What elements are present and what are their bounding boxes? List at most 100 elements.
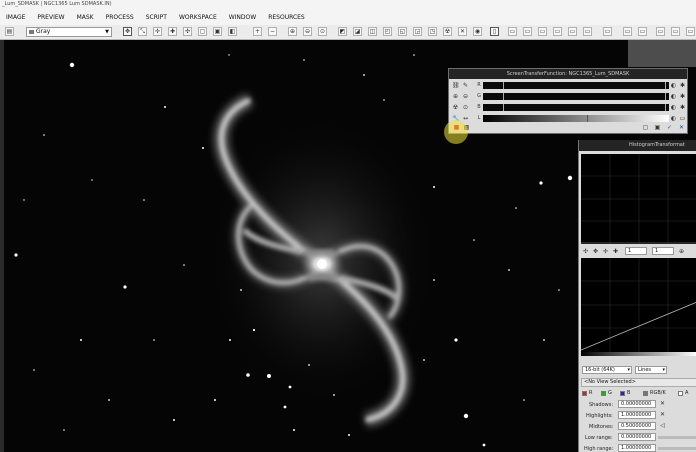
stf-auto-icon[interactable]: ☢ bbox=[443, 27, 452, 36]
stf-reset-icon[interactable]: ✕ bbox=[458, 27, 467, 36]
zoom-in-icon[interactable]: ⊕ bbox=[452, 93, 459, 100]
mask-color-icon[interactable]: ◲ bbox=[413, 27, 422, 36]
visibility-icon[interactable]: ◐ bbox=[670, 82, 677, 89]
fit-view-icon[interactable]: ⤡ bbox=[138, 27, 147, 36]
settings-icon[interactable]: ✱ bbox=[679, 93, 686, 100]
highlights-input[interactable]: 1.00000000 bbox=[618, 411, 656, 419]
readout-icon[interactable]: ✚ bbox=[168, 27, 177, 36]
high-range-input[interactable]: 1.00000000 bbox=[618, 444, 656, 452]
shadows-input[interactable]: 0.00000000 bbox=[618, 400, 656, 408]
display-channel-select[interactable]: Gray ▼ bbox=[26, 27, 112, 37]
menu-mask[interactable]: MASK bbox=[71, 14, 100, 21]
preview-delete-icon[interactable]: ◧ bbox=[228, 27, 237, 36]
ws-3-icon[interactable]: ▭ bbox=[538, 27, 547, 36]
edit-icon[interactable]: ✎ bbox=[462, 82, 469, 89]
zoom-fit-icon[interactable]: ⊖ bbox=[303, 27, 312, 36]
channel-r-toggle[interactable] bbox=[582, 391, 587, 396]
link-channels-icon[interactable]: ⛓ bbox=[452, 82, 460, 89]
graph-style-select[interactable]: Lines ▾ bbox=[635, 366, 667, 374]
move-tool-icon[interactable]: ✥ bbox=[123, 27, 132, 36]
zoom-out-icon[interactable]: − bbox=[268, 27, 277, 36]
ws-1-icon[interactable]: ▭ bbox=[508, 27, 517, 36]
zoom-fit-icon[interactable]: ✣ bbox=[582, 248, 589, 255]
ws-5-icon[interactable]: ▭ bbox=[568, 27, 577, 36]
zoom-reset-icon[interactable]: ⊙ bbox=[462, 104, 469, 111]
view-selector[interactable]: <No View Selected> bbox=[581, 378, 696, 387]
stf-panel-icon[interactable]: ▯ bbox=[490, 27, 499, 36]
ws-4-icon[interactable]: ▭ bbox=[553, 27, 562, 36]
ht-midtones-slider[interactable] bbox=[581, 352, 696, 356]
stf-title[interactable]: ScreenTransferFunction: NGC1365_Lum_SDMA… bbox=[449, 69, 687, 79]
visibility-icon[interactable]: ◐ bbox=[670, 93, 677, 100]
reset-icon[interactable]: ▣ bbox=[654, 124, 661, 131]
zoom-optimal-icon[interactable]: ⊙ bbox=[318, 27, 327, 36]
zoom-horizontal-icon[interactable]: ✥ bbox=[592, 248, 599, 255]
zoom-icon[interactable]: ✣ bbox=[183, 27, 192, 36]
pan-icon[interactable]: ✢ bbox=[153, 27, 162, 36]
ws-12-icon[interactable]: ▭ bbox=[686, 27, 695, 36]
ws-11-icon[interactable]: ▭ bbox=[671, 27, 680, 36]
zoom-x-spinner[interactable]: 1 bbox=[625, 247, 647, 255]
preview-edit-icon[interactable]: ▣ bbox=[213, 27, 222, 36]
zoom-magnifier-icon[interactable]: ⊕ bbox=[678, 248, 685, 255]
zoom-out-icon[interactable]: ⊖ bbox=[462, 93, 469, 100]
stf-enable-icon[interactable]: ◉ bbox=[473, 27, 482, 36]
display-channel-icon[interactable]: ▤ bbox=[5, 27, 14, 36]
ws-9-icon[interactable]: ▭ bbox=[638, 27, 647, 36]
menu-image[interactable]: IMAGE bbox=[0, 14, 31, 21]
ws-10-icon[interactable]: ▭ bbox=[656, 27, 665, 36]
highlights-auto-icon[interactable]: ✕ bbox=[659, 411, 666, 418]
ht-output-histogram[interactable] bbox=[581, 154, 696, 244]
stf-bar-lum[interactable] bbox=[483, 115, 669, 122]
low-range-input[interactable]: 0.00000000 bbox=[618, 433, 656, 441]
midtones-label: Midtones: bbox=[589, 424, 614, 430]
channel-a-toggle[interactable] bbox=[678, 391, 683, 396]
ht-input-histogram[interactable] bbox=[580, 258, 696, 352]
channel-rgbk-toggle[interactable] bbox=[643, 391, 648, 396]
midtones-reset-icon[interactable]: ◁ bbox=[659, 422, 666, 429]
menu-window[interactable]: WINDOW bbox=[223, 14, 262, 21]
zoom-vertical-icon[interactable]: ✢ bbox=[602, 248, 609, 255]
mask-mode-icon[interactable]: ◱ bbox=[398, 27, 407, 36]
low-range-slider[interactable] bbox=[658, 436, 696, 439]
menu-script[interactable]: SCRIPT bbox=[140, 14, 173, 21]
mask-show-icon[interactable]: ◩ bbox=[338, 27, 347, 36]
zoom-y-spinner[interactable]: 1 bbox=[652, 247, 674, 255]
stf-bar-green[interactable] bbox=[483, 93, 669, 100]
ws-2-icon[interactable]: ▭ bbox=[523, 27, 532, 36]
high-range-slider[interactable] bbox=[658, 447, 696, 450]
settings-icon[interactable]: ✱ bbox=[679, 82, 686, 89]
stf-bar-red[interactable] bbox=[483, 82, 669, 89]
menu-preview[interactable]: PREVIEW bbox=[31, 14, 70, 21]
zoom-1-icon[interactable]: ⊕ bbox=[288, 27, 297, 36]
bit-depth-select[interactable]: 16-bit (64K) ▾ bbox=[582, 366, 632, 374]
midtones-input[interactable]: 0.50000000 bbox=[618, 422, 656, 430]
preview-new-icon[interactable]: ▢ bbox=[198, 27, 207, 36]
mask-invert-icon[interactable]: ◪ bbox=[353, 27, 362, 36]
mask-enable-icon[interactable]: ◫ bbox=[368, 27, 377, 36]
swap-icon[interactable]: ↔ bbox=[462, 115, 469, 122]
zoom-both-icon[interactable]: ✚ bbox=[612, 248, 619, 255]
shadows-auto-icon[interactable]: ✕ bbox=[659, 400, 666, 407]
ws-8-icon[interactable]: ▭ bbox=[623, 27, 632, 36]
mask-link-icon[interactable]: ◰ bbox=[383, 27, 392, 36]
cancel-icon[interactable]: ✕ bbox=[678, 124, 685, 131]
visibility-icon[interactable]: ◐ bbox=[670, 115, 677, 122]
stf-link-icon[interactable]: ◳ bbox=[428, 27, 437, 36]
channel-g-toggle[interactable] bbox=[601, 391, 606, 396]
channel-b-toggle[interactable] bbox=[620, 391, 625, 396]
menu-process[interactable]: PROCESS bbox=[100, 14, 140, 21]
ws-7-icon[interactable]: ▭ bbox=[603, 27, 612, 36]
auto-stretch-icon[interactable]: ☢ bbox=[452, 104, 459, 111]
stf-bar-blue[interactable] bbox=[483, 104, 669, 111]
ok-icon[interactable]: ✓ bbox=[666, 124, 673, 131]
ht-title[interactable]: HistogramTransformat bbox=[579, 140, 696, 151]
visibility-icon[interactable]: ◐ bbox=[670, 104, 677, 111]
settings-icon[interactable]: ✱ bbox=[679, 104, 686, 111]
zoom-in-icon[interactable]: + bbox=[253, 27, 262, 36]
menu-workspace[interactable]: WORKSPACE bbox=[173, 14, 223, 21]
menu-resources[interactable]: RESOURCES bbox=[262, 14, 311, 21]
monitor-icon[interactable]: ▭ bbox=[679, 115, 686, 122]
browse-doc-icon[interactable]: ▢ bbox=[642, 124, 649, 131]
ws-6-icon[interactable]: ▭ bbox=[583, 27, 592, 36]
